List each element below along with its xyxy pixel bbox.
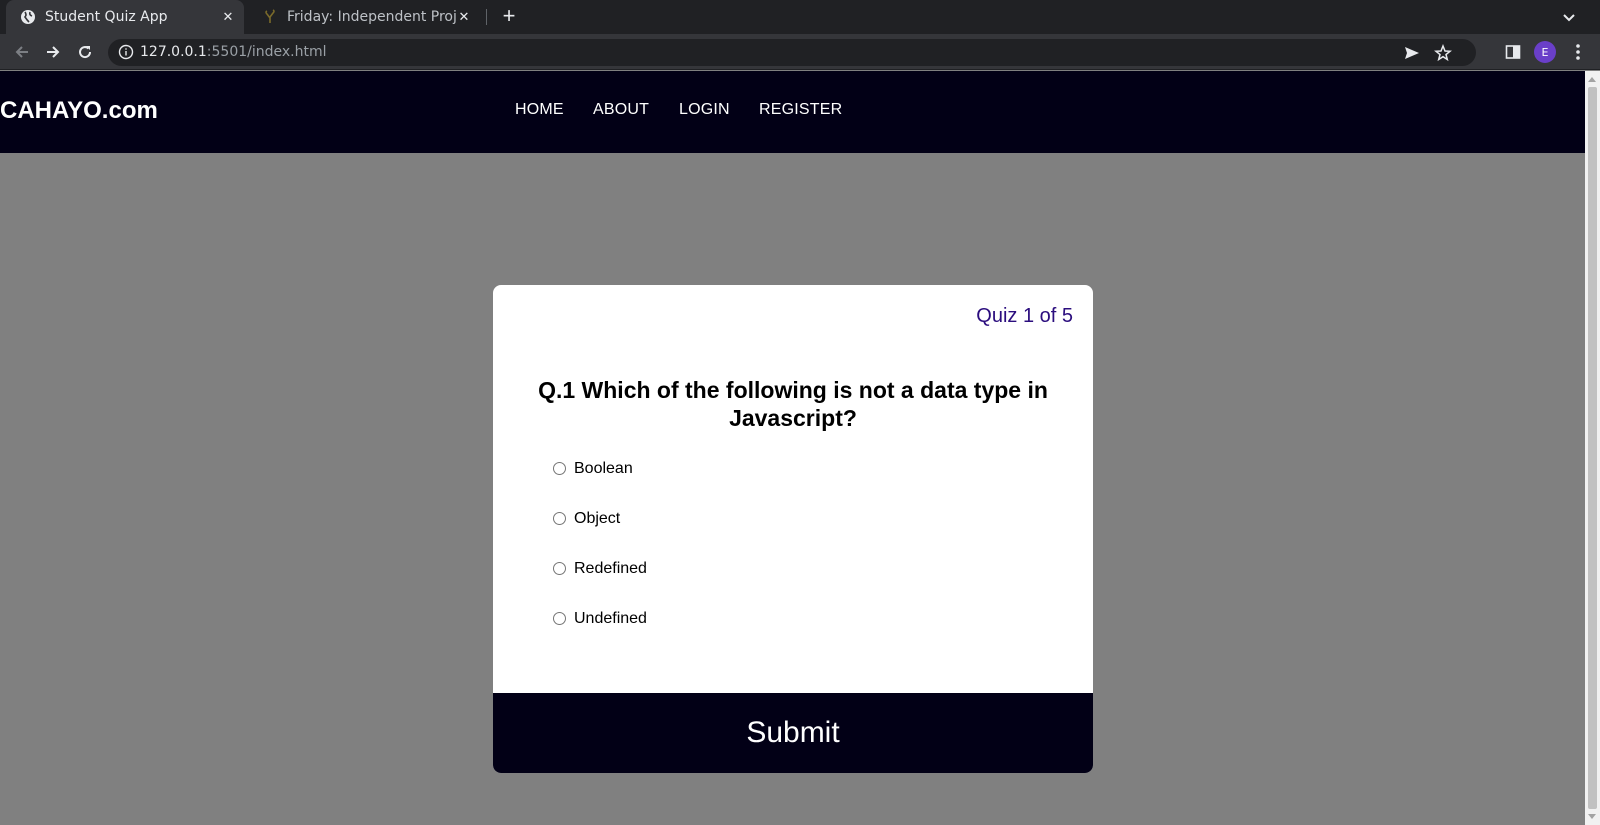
submit-button[interactable]: Submit [493, 693, 1093, 773]
close-tab-icon[interactable]: ✕ [456, 9, 472, 25]
reload-icon[interactable] [73, 40, 97, 64]
chevron-down-icon[interactable] [1560, 8, 1578, 26]
new-tab-icon[interactable]: + [498, 5, 520, 28]
site-navbar: CAHAYO.com HOME ABOUT LOGIN REGISTER [0, 71, 1585, 153]
send-icon[interactable] [1403, 44, 1421, 62]
answer-option-object[interactable]: Object [553, 510, 620, 528]
tab-separator [486, 9, 487, 25]
profile-avatar[interactable]: E [1534, 41, 1556, 63]
answer-label: Redefined [574, 560, 647, 577]
url-text: 127.0.0.1:5501/index.html [140, 44, 327, 60]
nav-link-login[interactable]: LOGIN [679, 101, 730, 119]
browser-toolbar: 127.0.0.1:5501/index.html E [0, 34, 1600, 70]
scroll-up-arrow-icon[interactable] [1588, 77, 1596, 82]
tab-title: Student Quiz App [45, 9, 168, 25]
page-scrollbar[interactable] [1585, 71, 1600, 825]
close-tab-icon[interactable]: ✕ [220, 9, 236, 25]
site-logo[interactable]: CAHAYO.com [0, 97, 158, 125]
radio-button[interactable] [553, 461, 566, 475]
quiz-card: Quiz 1 of 5 Q.1 Which of the following i… [493, 285, 1093, 773]
answer-label: Object [574, 510, 621, 527]
scrollbar-thumb[interactable] [1588, 87, 1597, 809]
quiz-counter: Quiz 1 of 5 [976, 305, 1073, 327]
side-panel-icon[interactable] [1502, 41, 1524, 63]
forward-arrow-icon[interactable] [41, 40, 65, 64]
tab-friday-independent-project[interactable]: Friday: Independent Proje ✕ [248, 0, 480, 34]
answer-option-boolean[interactable]: Boolean [553, 460, 633, 478]
tree-icon [262, 9, 278, 25]
kebab-menu-icon[interactable] [1567, 41, 1589, 63]
radio-button[interactable] [553, 611, 566, 625]
url-host: 127.0.0.1 [140, 44, 207, 60]
url-path: :5501/index.html [206, 44, 327, 60]
answer-label: Undefined [574, 610, 647, 627]
nav-link-about[interactable]: ABOUT [593, 101, 649, 119]
scroll-down-arrow-icon[interactable] [1588, 814, 1596, 819]
address-bar[interactable]: 127.0.0.1:5501/index.html [108, 39, 1476, 66]
info-icon[interactable] [118, 44, 134, 60]
back-arrow-icon[interactable] [10, 40, 34, 64]
browser-tab-strip: Student Quiz App ✕ Friday: Independent P… [0, 0, 1600, 34]
tab-student-quiz-app[interactable]: Student Quiz App ✕ [6, 0, 244, 34]
radio-button[interactable] [553, 511, 566, 525]
globe-icon [20, 9, 36, 25]
tab-title: Friday: Independent Proje [287, 9, 456, 25]
page-viewport: CAHAYO.com HOME ABOUT LOGIN REGISTER Qui… [0, 71, 1585, 825]
star-icon[interactable] [1434, 43, 1452, 62]
answer-option-undefined[interactable]: Undefined [553, 610, 647, 628]
answer-label: Boolean [574, 460, 633, 477]
question-text: Q.1 Which of the following is not a data… [538, 377, 1048, 431]
nav-link-register[interactable]: REGISTER [759, 101, 842, 119]
answer-option-redefined[interactable]: Redefined [553, 560, 647, 578]
radio-button[interactable] [553, 561, 566, 575]
nav-link-home[interactable]: HOME [515, 101, 564, 119]
